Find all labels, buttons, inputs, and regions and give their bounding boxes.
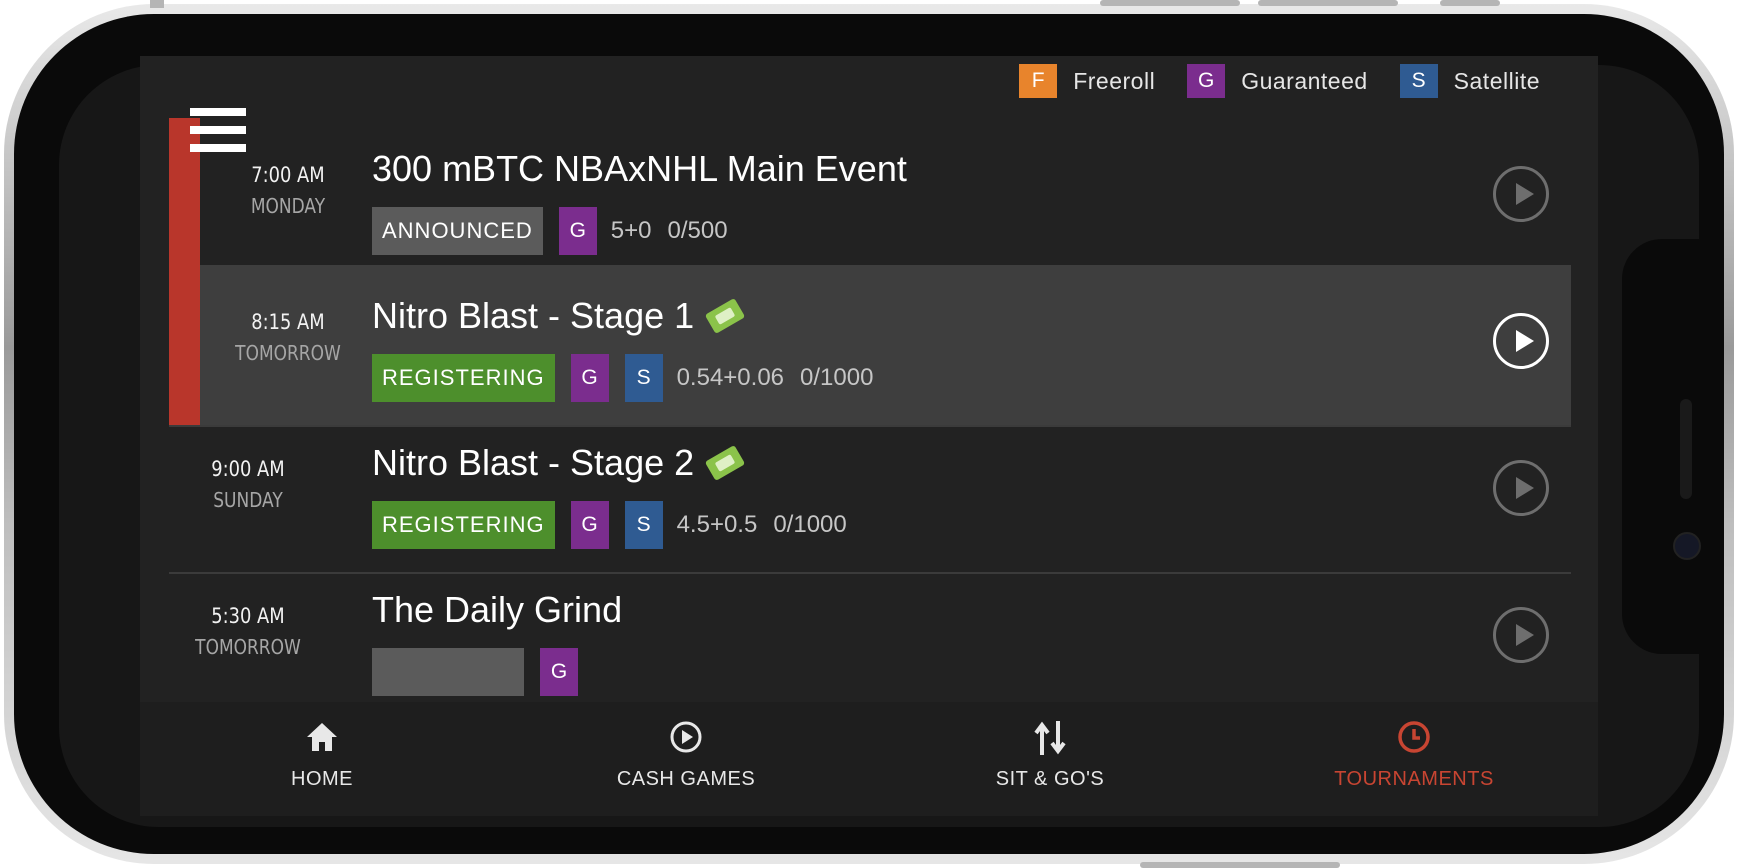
tournament-title: 300 mBTC NBAxNHL Main Event [372,148,907,190]
tournament-row[interactable]: 8:15 AM TOMORROW Nitro Blast - Stage 1 R… [169,265,1571,427]
tab-home[interactable]: HOME [140,702,504,816]
status-badge: REGISTERING [372,501,555,549]
starting-soon-indicator [169,265,200,427]
tournament-title: The Daily Grind [372,589,622,631]
guaranteed-badge: G [1187,64,1226,98]
play-icon[interactable] [1493,166,1549,222]
tournament-meta: REGISTERING G S 4.5+0.5 0/1000 [372,501,847,549]
start-day: TOMORROW [235,341,341,365]
buyin: 5+0 [610,217,652,244]
start-day: TOMORROW [195,635,301,659]
start-time: 5:30 AM [211,604,285,628]
satellite-badge: S [1399,64,1438,98]
satellite-tag: S [624,501,663,549]
tournament-row[interactable]: 9:00 AM SUNDAY Nitro Blast - Stage 2 REG… [169,412,1571,574]
menu-icon[interactable] [190,108,246,156]
freeroll-badge: F [1019,64,1058,98]
tournament-meta: G [372,648,578,696]
tournament-title-text: Nitro Blast - Stage 2 [372,442,695,483]
play-icon[interactable] [1493,460,1549,516]
mute-switch [1440,0,1500,6]
guaranteed-tag: G [570,501,609,549]
power-button [1140,862,1340,868]
bottom-tab-bar: HOME CASH GAMES SIT & GO'S TOURNAMENTS [140,702,1598,816]
tournament-title: Nitro Blast - Stage 2 [372,442,746,484]
satellite-tag: S [624,354,663,402]
tab-label: SIT & GO'S [995,768,1105,790]
home-icon [304,719,340,760]
start-day: MONDAY [250,194,326,218]
sort-arrows-icon [1032,719,1068,762]
start-time: 7:00 AM [251,163,325,187]
status-badge: ANNOUNCED [372,207,543,255]
tournament-title-text: 300 mBTC NBAxNHL Main Event [372,148,907,189]
play-icon[interactable] [1493,607,1549,663]
tournament-legend: F Freeroll G Guaranteed S Satellite [987,64,1540,98]
tournament-row[interactable]: 7:00 AM MONDAY 300 mBTC NBAxNHL Main Eve… [169,118,1571,280]
legend-label: Satellite [1453,67,1540,94]
play-icon[interactable] [1493,313,1549,369]
tournament-meta: REGISTERING G S 0.54+0.06 0/1000 [372,354,873,402]
legend-label: Guaranteed [1241,67,1368,94]
guaranteed-tag: G [558,207,597,255]
tournament-meta: ANNOUNCED G 5+0 0/500 [372,207,728,255]
legend-satellite: S Satellite [1399,64,1540,98]
tournament-row[interactable]: 5:30 AM TOMORROW The Daily Grind G [169,559,1571,702]
legend-freeroll: F Freeroll [1019,64,1155,98]
legend-guaranteed: G Guaranteed [1187,64,1367,98]
status-badge: REGISTERING [372,354,555,402]
tab-tournaments[interactable]: TOURNAMENTS [1232,702,1596,816]
tournament-list[interactable]: 7:00 AM MONDAY 300 mBTC NBAxNHL Main Eve… [169,118,1571,702]
tab-cash-games[interactable]: CASH GAMES [504,702,868,816]
legend-label: Freeroll [1073,67,1156,94]
volume-button [1100,0,1240,6]
start-time: 9:00 AM [211,457,285,481]
player-count: 0/1000 [773,511,847,538]
tournament-title: Nitro Blast - Stage 1 [372,295,746,337]
tournament-title-text: The Daily Grind [372,589,623,630]
status-badge [372,648,524,696]
guaranteed-tag: G [540,648,578,696]
tab-label: HOME [291,768,353,790]
play-circle-icon [668,719,704,760]
tab-label: CASH GAMES [616,768,756,790]
start-time: 8:15 AM [251,310,325,334]
phone-speaker [1680,399,1692,499]
phone-notch [1622,239,1724,654]
player-count: 0/500 [667,217,728,244]
guaranteed-tag: G [570,354,609,402]
app-screen: F Freeroll G Guaranteed S Satellite 7:00… [140,56,1598,816]
buyin: 4.5+0.5 [676,511,758,538]
tab-sit-and-gos[interactable]: SIT & GO'S [868,702,1232,816]
side-button [150,0,164,8]
tab-label: TOURNAMENTS [1334,768,1494,790]
volume-button [1258,0,1398,6]
tournament-title-text: Nitro Blast - Stage 1 [372,295,695,336]
start-day: SUNDAY [213,488,283,512]
ticket-icon [704,297,746,335]
ticket-icon [704,444,746,482]
clock-icon [1396,719,1432,760]
phone-camera [1673,532,1701,560]
buyin: 0.54+0.06 [676,364,785,391]
player-count: 0/1000 [800,364,874,391]
